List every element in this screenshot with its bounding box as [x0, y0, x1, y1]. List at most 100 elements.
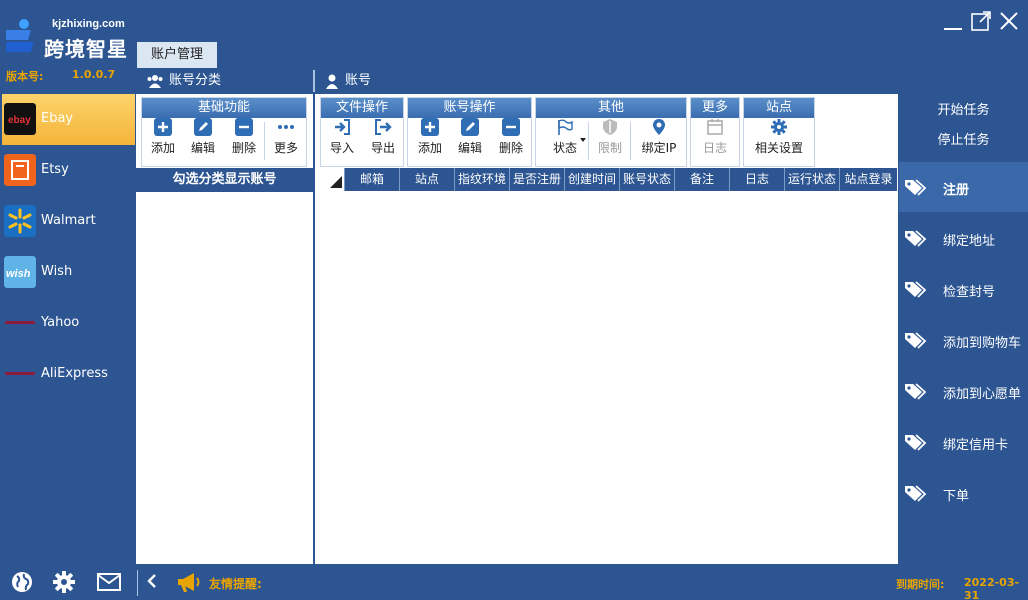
action-item-add-to-cart[interactable]: 添加到购物车 [899, 315, 1028, 365]
account-header: 账号 [345, 73, 372, 88]
import-icon [335, 119, 350, 135]
stop-task-button[interactable]: 停止任务 [899, 126, 1028, 156]
more-title: 更多 [691, 98, 739, 118]
tag-icon [905, 383, 927, 400]
platform-item-etsy[interactable]: Etsy [2, 145, 135, 196]
toolbar-separator [588, 122, 589, 160]
platform-item-wish[interactable]: wish Wish [2, 247, 135, 298]
column-header-fingerprint[interactable]: 指纹环境 [455, 168, 510, 191]
tag-icon [905, 230, 927, 247]
account-delete-button[interactable]: 删除 [496, 118, 526, 156]
column-header-log[interactable]: 日志 [730, 168, 785, 191]
svg-text:wish: wish [6, 268, 31, 280]
category-more-button[interactable]: 更多 [270, 118, 302, 156]
close-icon[interactable] [998, 10, 1020, 32]
expire-value: 2022-03-31 [964, 576, 1020, 600]
gear-icon [771, 119, 787, 135]
caret-down-icon[interactable] [580, 138, 586, 142]
ebay-icon: ebay [4, 103, 36, 135]
globe-icon[interactable] [10, 570, 34, 594]
column-header-site[interactable]: 站点 [400, 168, 455, 191]
column-header-remark[interactable]: 备注 [675, 168, 730, 191]
column-header-site-login[interactable]: 站点登录 [840, 168, 897, 191]
user-icon [326, 74, 338, 89]
corner-triangle-icon [330, 176, 342, 188]
svg-text:ebay: ebay [8, 115, 31, 126]
action-label: 绑定地址 [943, 234, 996, 249]
category-delete-label: 删除 [231, 141, 256, 155]
action-item-add-to-wishlist[interactable]: 添加到心愿单 [899, 366, 1028, 416]
column-header-account-status[interactable]: 账号状态 [620, 168, 675, 191]
start-task-button[interactable]: 开始任务 [899, 96, 1028, 126]
account-add-button[interactable]: 添加 [415, 118, 445, 156]
action-label: 注册 [943, 183, 970, 198]
platform-item-yahoo[interactable]: Yahoo [2, 298, 135, 349]
edit-icon [194, 118, 212, 136]
column-header-run-status[interactable]: 运行状态 [785, 168, 840, 191]
bottom-separator [137, 570, 138, 596]
action-item-bind-address[interactable]: 绑定地址 [899, 213, 1028, 263]
account-add-label: 添加 [417, 141, 442, 155]
minus-icon [235, 118, 253, 136]
category-header: 账号分类 [169, 73, 222, 88]
category-edit-label: 编辑 [190, 141, 215, 155]
site-settings-button[interactable]: 相关设置 [749, 118, 809, 156]
category-more-label: 更多 [273, 141, 298, 155]
action-item-place-order[interactable]: 下单 [899, 468, 1028, 518]
mail-icon[interactable] [96, 570, 122, 594]
category-delete-button[interactable]: 删除 [229, 118, 259, 156]
column-header-email[interactable]: 邮箱 [345, 168, 400, 191]
export-button[interactable]: 导出 [368, 118, 398, 156]
yahoo-icon [5, 321, 35, 324]
tab-account-management[interactable]: 账户管理 [137, 42, 217, 68]
category-toolbar-title: 基础功能 [142, 98, 306, 118]
tag-icon [905, 332, 927, 349]
category-list-header: 勾选分类显示账号 [136, 168, 313, 192]
limit-button[interactable]: 限制 [595, 118, 625, 156]
action-label: 添加到购物车 [943, 336, 1022, 351]
action-label: 绑定信用卡 [943, 438, 1009, 453]
category-edit-button[interactable]: 编辑 [188, 118, 218, 156]
import-button[interactable]: 导入 [327, 118, 357, 156]
platform-label: Wish [41, 264, 73, 279]
import-label: 导入 [329, 141, 354, 155]
action-item-register[interactable]: 注册 [899, 162, 1028, 212]
tag-icon [905, 179, 927, 196]
site-settings-label: 相关设置 [754, 141, 803, 155]
category-add-label: 添加 [150, 141, 175, 155]
category-panel: 基础功能 添加 编辑 删除 更多 [136, 94, 313, 564]
status-label: 状态 [552, 141, 577, 155]
platform-label: Etsy [41, 162, 69, 177]
category-add-button[interactable]: 添加 [148, 118, 178, 156]
action-item-check-ban[interactable]: 检查封号 [899, 264, 1028, 314]
chevron-left-icon[interactable] [146, 573, 158, 589]
account-panel: 文件操作 导入 导出 账号操作 添加 编辑 删除 其他 状态 限制 绑定IP 更… [315, 94, 898, 564]
column-header-registered[interactable]: 是否注册 [510, 168, 565, 191]
log-button[interactable]: 日志 [698, 118, 732, 156]
bind-ip-button[interactable]: 绑定IP [635, 118, 683, 156]
platform-item-aliexpress[interactable]: AliExpress [2, 349, 135, 400]
app-name: 跨境智星 [44, 37, 128, 61]
select-all-corner[interactable] [316, 168, 345, 191]
aliexpress-icon [5, 372, 35, 375]
column-header-created-time[interactable]: 创建时间 [565, 168, 620, 191]
popout-icon[interactable] [970, 10, 992, 32]
toolbar-separator [630, 122, 631, 160]
minimize-icon[interactable] [942, 10, 964, 32]
account-edit-button[interactable]: 编辑 [455, 118, 485, 156]
status-dropdown-button[interactable]: 状态 [547, 118, 583, 156]
export-label: 导出 [370, 141, 395, 155]
platform-item-ebay[interactable]: ebay Ebay [2, 94, 135, 145]
platform-label: Yahoo [41, 315, 80, 330]
export-icon [375, 119, 392, 135]
gear-icon[interactable] [52, 570, 76, 594]
platform-item-walmart[interactable]: Walmart [2, 196, 135, 247]
tag-icon [905, 281, 927, 298]
other-title: 其他 [536, 98, 686, 118]
action-label: 添加到心愿单 [943, 387, 1022, 402]
log-label: 日志 [702, 141, 727, 155]
logo-url: kjzhixing.com [52, 18, 125, 30]
action-item-bind-credit-card[interactable]: 绑定信用卡 [899, 417, 1028, 467]
account-table-header: 邮箱 站点 指纹环境 是否注册 创建时间 账号状态 备注 日志 运行状态 站点登… [316, 168, 897, 191]
file-ops-title: 文件操作 [321, 98, 403, 118]
